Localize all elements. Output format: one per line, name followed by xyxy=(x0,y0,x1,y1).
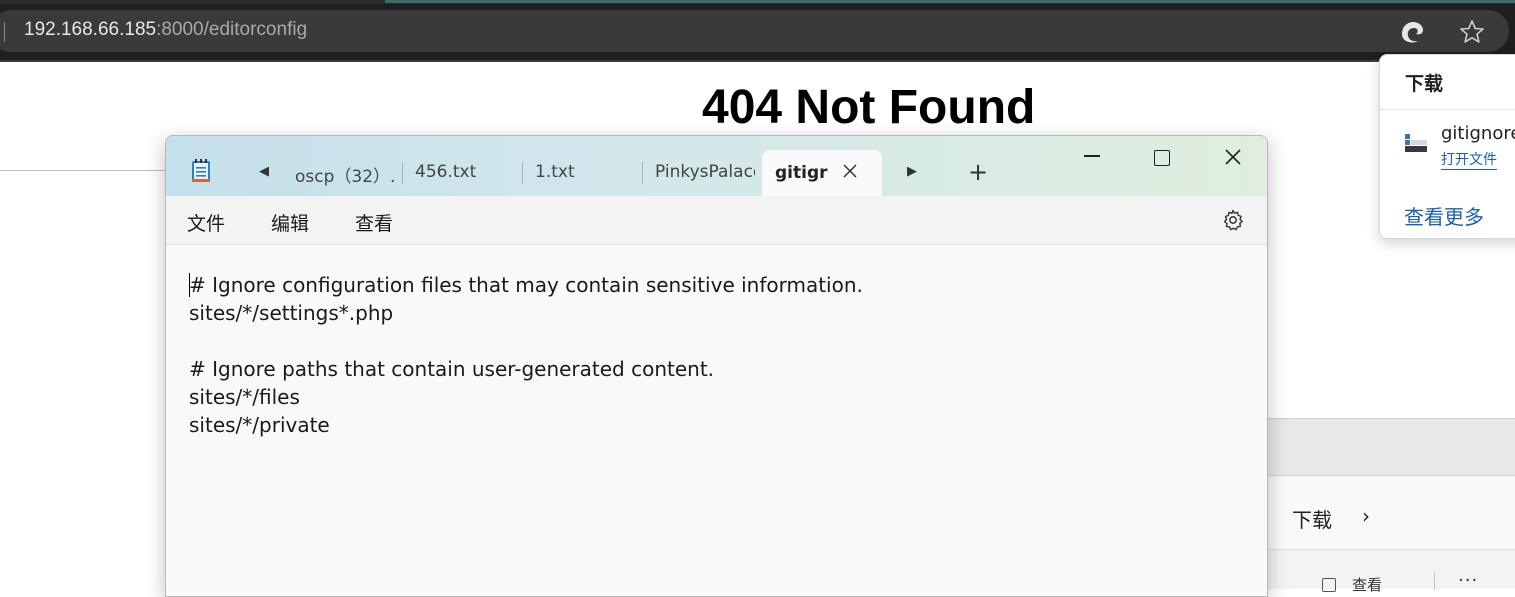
tab-separator xyxy=(642,162,643,184)
see-more-link[interactable]: 查看更多 xyxy=(1404,201,1484,230)
more-options-icon[interactable]: ··· xyxy=(1458,570,1478,591)
notepad-text-area[interactable]: # Ignore configuration files that may co… xyxy=(166,245,1267,596)
url-path: :8000/editorconfig xyxy=(156,19,308,40)
active-tab-label: gitigr xyxy=(775,163,828,183)
tab-pinkyspalace[interactable]: PinkysPalace.txt xyxy=(655,162,755,182)
settings-gear-icon[interactable] xyxy=(1221,208,1245,232)
browser-toolbar: 192.168.66.185:8000/editorconfig xyxy=(0,4,1515,60)
downloads-flyout: 下载 gitignore 打开文件 查看更多 xyxy=(1379,54,1515,239)
menu-edit[interactable]: 编辑 xyxy=(271,209,309,236)
notepad-titlebar[interactable]: ◀ oscp（32）.txt 456.txt 1.txt PinkysPalac… xyxy=(166,136,1267,196)
tab-active-gitignore[interactable]: gitigr xyxy=(762,150,882,196)
view-checkbox[interactable] xyxy=(1322,578,1336,592)
document-content: # Ignore configuration files that may co… xyxy=(189,273,863,437)
explorer-breadcrumb-downloads[interactable]: 下载 xyxy=(1292,504,1332,533)
tabstrip-accent xyxy=(385,0,1515,3)
maximize-icon[interactable] xyxy=(1154,150,1170,166)
menu-file[interactable]: 文件 xyxy=(187,209,225,236)
download-item-filename[interactable]: gitignore xyxy=(1441,123,1515,144)
tab-456[interactable]: 456.txt xyxy=(415,162,515,182)
page-horizontal-rule xyxy=(0,170,166,171)
url-host: 192.168.66.185 xyxy=(24,19,157,40)
downloads-title: 下载 xyxy=(1405,73,1444,95)
browser-toolbar-border xyxy=(0,60,1515,62)
explorer-header xyxy=(1266,419,1515,476)
scroll-left-icon[interactable]: ◀ xyxy=(259,164,269,179)
url-text[interactable]: 192.168.66.185:8000/editorconfig xyxy=(24,19,307,41)
tab-1[interactable]: 1.txt xyxy=(535,162,635,182)
new-tab-button[interactable]: + xyxy=(968,158,988,186)
tab-oscp[interactable]: oscp（32）.txt xyxy=(295,162,395,187)
menu-view[interactable]: 查看 xyxy=(355,209,393,236)
edge-sync-icon[interactable] xyxy=(1398,18,1426,46)
notepad-window: ◀ oscp（32）.txt 456.txt 1.txt PinkysPalac… xyxy=(165,135,1268,597)
file-icon xyxy=(1404,132,1428,154)
minimize-icon[interactable] xyxy=(1084,155,1100,157)
tab-separator xyxy=(402,162,403,184)
tab-separator xyxy=(522,162,523,184)
commandbar-divider xyxy=(1434,572,1435,590)
page-title: 404 Not Found xyxy=(702,81,1036,134)
address-separator xyxy=(4,22,5,42)
open-file-link[interactable]: 打开文件 xyxy=(1441,149,1497,170)
notepad-app-icon xyxy=(190,158,212,184)
chevron-right-icon[interactable]: › xyxy=(1362,504,1370,528)
favorite-star-icon[interactable] xyxy=(1458,18,1486,46)
downloads-divider xyxy=(1380,109,1515,110)
background-explorer-window: 下载 › 查看 ··· xyxy=(1266,418,1515,594)
explorer-commandbar: 查看 ··· xyxy=(1266,549,1515,594)
explorer-view-menu[interactable]: 查看 xyxy=(1352,574,1382,595)
close-icon[interactable] xyxy=(1224,148,1242,166)
notepad-menubar: 文件 编辑 查看 xyxy=(166,196,1267,245)
tab-close-icon[interactable] xyxy=(842,163,858,179)
scroll-right-icon[interactable]: ▶ xyxy=(907,164,917,179)
